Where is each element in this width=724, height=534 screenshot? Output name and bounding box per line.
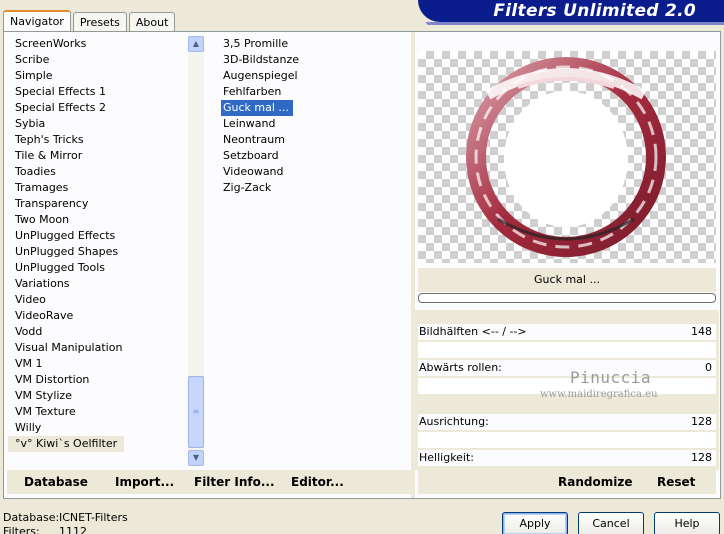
param-slider[interactable]: [418, 432, 716, 448]
category-scrollbar[interactable]: ▲ ≡ ▼: [188, 36, 204, 466]
watermark-name: Pinuccia: [570, 368, 652, 387]
filter-item[interactable]: Neontraum: [212, 132, 402, 148]
param-value: 148: [691, 325, 712, 338]
cancel-button[interactable]: Cancel: [578, 512, 644, 534]
ring-preview-image: [466, 57, 666, 257]
category-item[interactable]: Sybia: [8, 116, 188, 132]
category-item[interactable]: Two Moon: [8, 212, 188, 228]
filters-label: Filters:: [3, 525, 40, 534]
title-banner: Filters Unlimited 2.0: [418, 0, 724, 25]
category-item[interactable]: ScreenWorks: [8, 36, 188, 52]
category-item[interactable]: Special Effects 1: [8, 84, 188, 100]
category-item-selected[interactable]: °v° Kiwi`s Oelfilter: [8, 436, 125, 452]
param-bildhaelften[interactable]: Bildhälften <-- / --> 148: [418, 324, 716, 358]
filter-item[interactable]: Leinwand: [212, 116, 402, 132]
filter-item[interactable]: 3D-Bildstanze: [212, 52, 402, 68]
category-item[interactable]: UnPlugged Shapes: [8, 244, 188, 260]
filter-item[interactable]: Zig-Zack: [212, 180, 402, 196]
param-helligkeit[interactable]: Helligkeit: 128: [418, 450, 716, 466]
randomize-link[interactable]: Randomize: [558, 470, 632, 494]
status-area: Database: ICNET-Filters Filters: 1112: [3, 511, 128, 534]
category-item[interactable]: Tramages: [8, 180, 188, 196]
category-item[interactable]: Willy: [8, 420, 188, 436]
tab-navigator[interactable]: Navigator: [3, 10, 71, 33]
param-label: Abwärts rollen:: [419, 361, 502, 374]
filter-info-link[interactable]: Filter Info...: [194, 470, 275, 494]
watermark-site: www.maidiregrafica.eu: [540, 389, 658, 400]
category-item[interactable]: UnPlugged Effects: [8, 228, 188, 244]
filter-item-selected[interactable]: Guck mal ...: [212, 100, 402, 116]
editor-link[interactable]: Editor...: [291, 470, 344, 494]
import-link[interactable]: Import...: [115, 470, 174, 494]
category-list[interactable]: ScreenWorks Scribe Simple Special Effect…: [8, 36, 188, 466]
scroll-thumb[interactable]: ≡: [188, 376, 204, 448]
category-item[interactable]: Visual Manipulation: [8, 340, 188, 356]
filter-item[interactable]: 3,5 Promille: [212, 36, 402, 52]
category-item[interactable]: VM 1: [8, 356, 188, 372]
database-value: ICNET-Filters: [59, 511, 128, 524]
database-link[interactable]: Database: [24, 470, 88, 494]
category-item[interactable]: UnPlugged Tools: [8, 260, 188, 276]
preview-canvas[interactable]: [418, 51, 716, 263]
filters-count: 1112: [59, 525, 87, 534]
category-item[interactable]: VideoRave: [8, 308, 188, 324]
category-item[interactable]: Tile & Mirror: [8, 148, 188, 164]
category-item[interactable]: Variations: [8, 276, 188, 292]
filter-item[interactable]: Augenspiegel: [212, 68, 402, 84]
tab-presets[interactable]: Presets: [72, 12, 127, 32]
category-item[interactable]: Simple: [8, 68, 188, 84]
apply-button[interactable]: Apply: [502, 512, 568, 534]
category-item[interactable]: Transparency: [8, 196, 188, 212]
category-item[interactable]: Vodd: [8, 324, 188, 340]
scroll-down-button[interactable]: ▼: [188, 450, 204, 466]
app-title: Filters Unlimited 2.0: [493, 1, 696, 21]
category-item[interactable]: Toadies: [8, 164, 188, 180]
category-item[interactable]: VM Stylize: [8, 388, 188, 404]
param-label: Ausrichtung:: [419, 415, 489, 428]
help-button[interactable]: Help: [654, 512, 720, 534]
param-value: 128: [691, 451, 712, 464]
param-abwaerts-rollen[interactable]: Abwärts rollen: 0: [418, 360, 716, 394]
database-label: Database:: [3, 511, 60, 524]
reset-link[interactable]: Reset: [657, 470, 695, 494]
category-item[interactable]: VM Texture: [8, 404, 188, 420]
filter-item[interactable]: Fehlfarben: [212, 84, 402, 100]
list-actions-bar: Database Import... Filter Info... Editor…: [7, 470, 411, 494]
category-item[interactable]: Scribe: [8, 52, 188, 68]
param-ausrichtung[interactable]: Ausrichtung: 128: [418, 414, 716, 448]
param-slider[interactable]: [418, 342, 716, 358]
category-item[interactable]: VM Distortion: [8, 372, 188, 388]
param-label: Helligkeit:: [419, 451, 475, 464]
category-item[interactable]: Teph's Tricks: [8, 132, 188, 148]
preview-filter-name: Guck mal ...: [418, 268, 716, 292]
tab-about[interactable]: About: [128, 12, 176, 32]
category-item[interactable]: Special Effects 2: [8, 100, 188, 116]
scroll-up-button[interactable]: ▲: [188, 36, 204, 52]
param-value: 0: [705, 361, 712, 374]
preset-actions-bar: Randomize Reset: [418, 470, 716, 494]
filter-item[interactable]: Videowand: [212, 164, 402, 180]
param-label: Bildhälften <-- / -->: [419, 325, 527, 338]
filter-item[interactable]: Setzboard: [212, 148, 402, 164]
category-item[interactable]: Video: [8, 292, 188, 308]
param-value: 128: [691, 415, 712, 428]
tab-strip: Navigator Presets About: [3, 9, 177, 33]
filter-list[interactable]: 3,5 Promille 3D-Bildstanze Augenspiegel …: [212, 36, 402, 466]
progress-bar: [418, 293, 716, 303]
